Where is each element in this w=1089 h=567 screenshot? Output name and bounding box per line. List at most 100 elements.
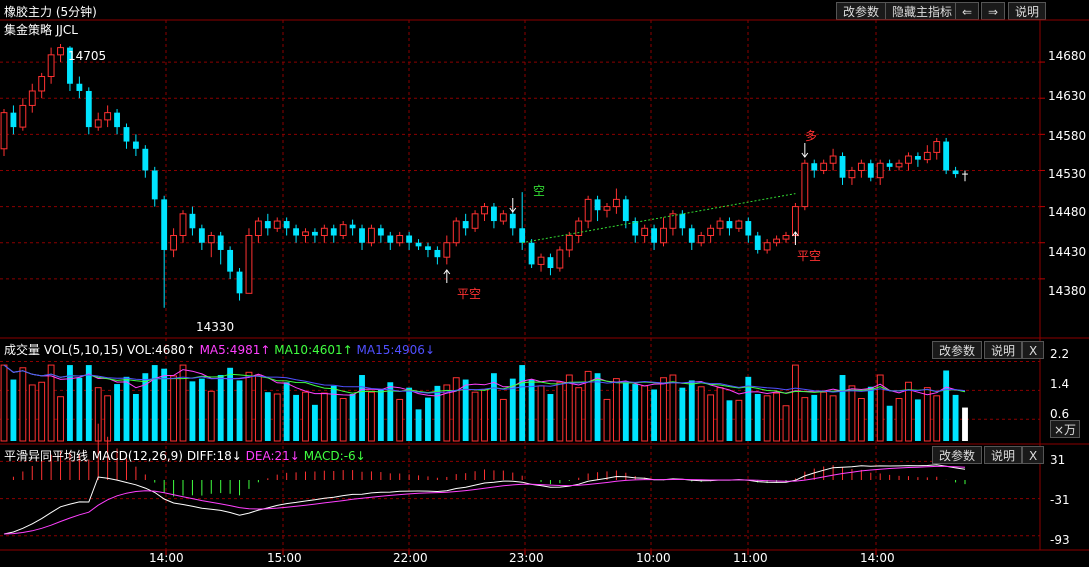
volume-bar-down [349,394,356,441]
volume-bar-up [603,398,611,442]
candle-down [387,235,394,243]
volume-bar-up [368,391,375,442]
time-label: 10:00 [636,551,671,565]
candle-up [763,242,771,251]
volume-bar-down [377,389,384,441]
candle-up [19,104,27,128]
volume-bar-up [697,386,705,442]
price-tick: 14380 [1048,284,1087,298]
candle-up [933,141,941,153]
candle-up [396,235,404,244]
volume-bar-down [10,379,17,441]
candle-up [857,162,865,171]
volume-bar-up [481,388,488,442]
volume-bar-up [565,374,573,442]
volume-bar-up [857,398,865,442]
candle-down [217,235,224,250]
volume-bar-down [217,375,224,441]
volume-bar-down [189,381,196,441]
candle-down [886,163,893,167]
volume-bar-down [688,380,695,441]
volume-bar-up [829,395,837,442]
volume-bar-up [641,385,649,442]
candle-up [0,112,8,150]
candle-up [339,224,347,237]
volume-bar-up [537,385,545,442]
volume-bar-down [415,409,422,441]
macd-edit-params-button[interactable]: 改参数 [932,446,983,464]
macd-tick: 31 [1050,453,1066,467]
volume-params: VOL(5,10,15) [43,343,124,357]
volume-bar-down [867,386,874,441]
candle-down [867,163,874,178]
volume-bar-down [547,394,554,441]
volume-bar-up [782,405,790,442]
candle-up [782,235,790,240]
candle-up [302,231,309,237]
candle-down [952,170,959,175]
volume-tick: 0.6 [1050,407,1070,421]
volume-bar-up [763,395,771,442]
volume-indicator-name: 成交量 [4,343,41,357]
price-tick: 14580 [1048,129,1087,143]
volume-bar-down [952,394,959,441]
candle-up [735,220,743,229]
volume-help-button[interactable]: 说明 [984,341,1023,359]
time-label: 22:00 [393,551,428,565]
macd-close-button[interactable]: X [1022,446,1045,464]
candle-up [452,220,460,244]
volume-legend: 成交量 VOL(5,10,15) VOL:4680↑ MA5:4981↑ MA1… [4,341,435,358]
candle-up [697,235,705,244]
candle-down [349,224,356,229]
macd-params: MACD(12,26,9) [91,449,183,463]
signal-cover-short-2: 平空 [797,249,822,263]
volume-bar-down [123,376,130,441]
candle-up [556,249,564,269]
strategy-trendline [522,193,796,244]
volume-bar-up [302,391,309,442]
candle-up [923,151,931,161]
volume-tick: 1.4 [1050,377,1070,391]
volume-bar-up [320,392,328,442]
volume-bar-down [632,384,639,441]
macd-tick: -93 [1050,533,1070,547]
candle-up [773,238,780,244]
volume-edit-params-button[interactable]: 改参数 [932,341,983,359]
time-label: 15:00 [267,551,302,565]
volume-bar-down [434,385,441,441]
candle-down [491,206,497,222]
volume-bar-down [425,397,431,441]
volume-bar-up [471,391,479,442]
volume-bar-down [914,399,921,441]
candle-down [114,112,120,128]
volume-unit-badge: ×万 [1050,420,1081,438]
candle-up [848,169,856,179]
candle-up [612,198,620,208]
volume-bar-down [132,394,139,441]
candle-up [170,235,178,251]
volume-close-button[interactable]: X [1022,341,1045,359]
candle-down [688,228,695,243]
time-label: 23:00 [509,551,544,565]
volume-bar-down [726,400,733,441]
candle-up [28,90,36,106]
candle-up [707,227,715,237]
candle-up [537,256,545,265]
volume-bar-up [179,364,187,442]
candle-down [311,231,318,236]
candle-down [151,170,158,200]
candle-up [716,220,724,229]
ma10-value: MA10:4601↑ [274,343,353,357]
candle-down [377,228,384,236]
macd-value: MACD:-6↓ [303,449,366,463]
volume-bar-up [556,381,564,442]
volume-bar-up [660,377,667,442]
volume-bar-up [848,385,856,442]
candle-down [528,242,535,265]
volume-bar-down [811,394,818,441]
candle-down [519,228,526,243]
macd-help-button[interactable]: 说明 [984,446,1023,464]
volume-bar-down [943,370,950,441]
ma15-value: MA15:4906↓ [356,343,435,357]
volume-bar-up [905,381,912,442]
